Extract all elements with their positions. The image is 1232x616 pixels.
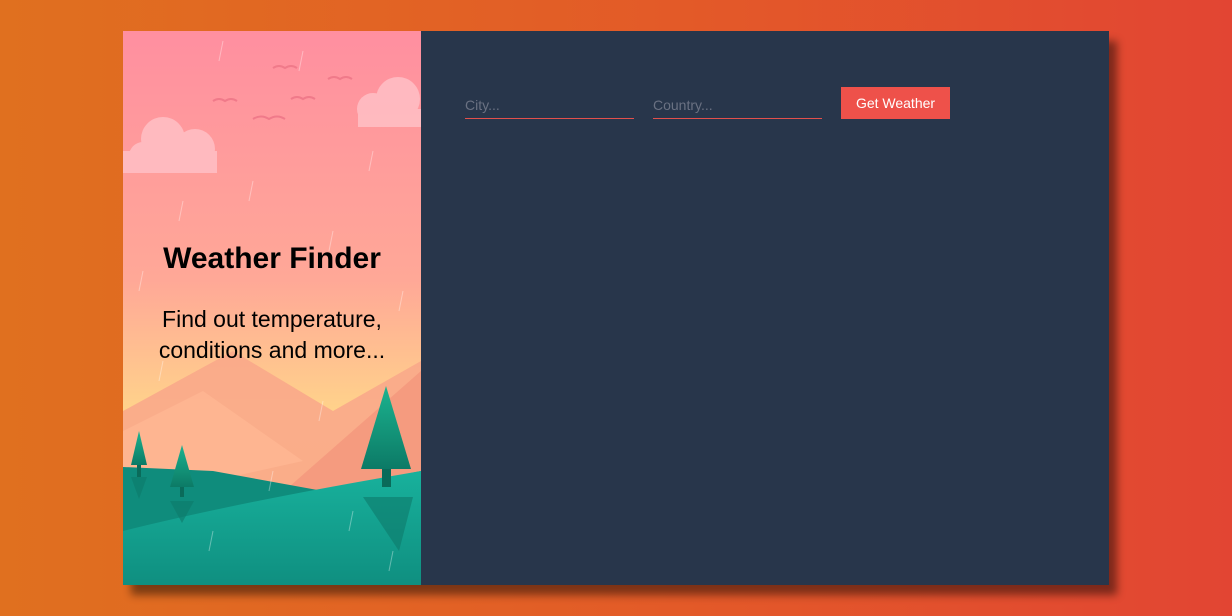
hero-text: Weather Finder Find out temperature, con… <box>123 241 421 366</box>
page-title: Weather Finder <box>163 242 381 275</box>
page-subtitle: Find out temperature, conditions and mor… <box>158 306 386 363</box>
weather-card: Weather Finder Find out temperature, con… <box>123 31 1109 585</box>
hero-panel: Weather Finder Find out temperature, con… <box>123 31 421 585</box>
form-panel: Get Weather <box>421 31 1109 585</box>
country-input[interactable] <box>653 92 822 119</box>
get-weather-button[interactable]: Get Weather <box>841 87 950 119</box>
weather-form: Get Weather <box>465 87 950 119</box>
city-input[interactable] <box>465 92 634 119</box>
